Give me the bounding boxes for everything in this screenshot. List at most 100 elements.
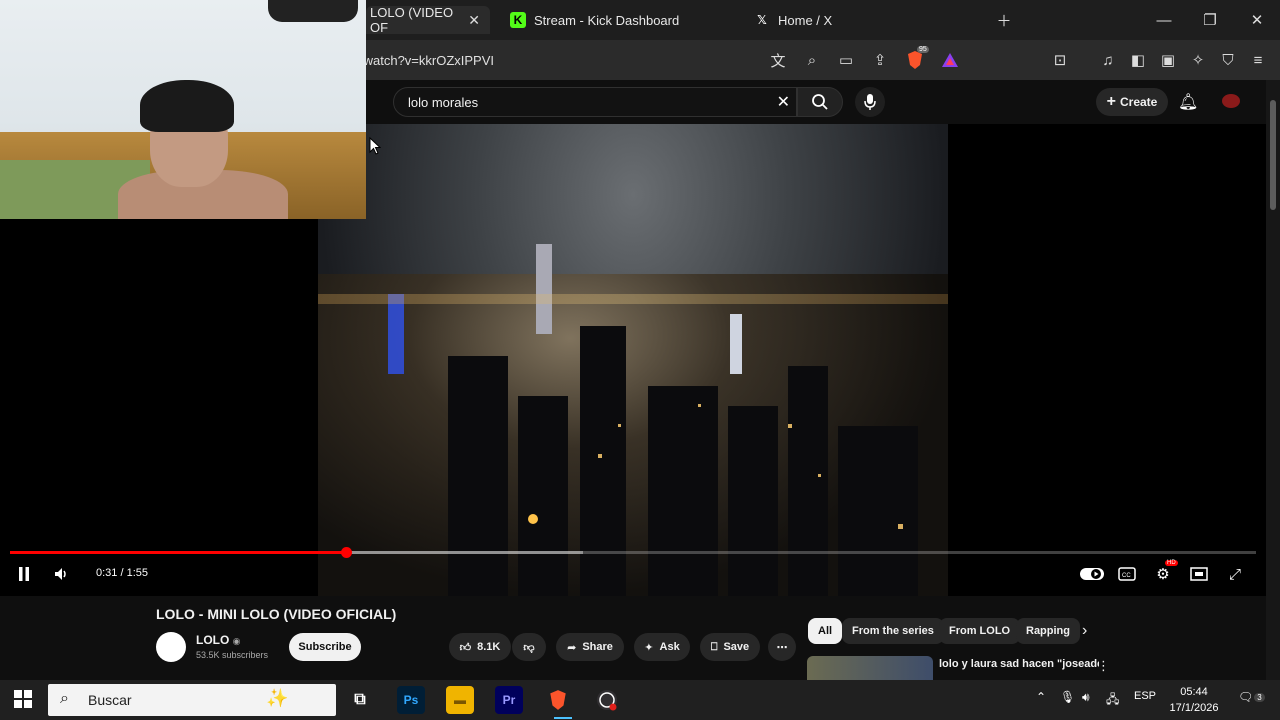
bookmark-icon: ⎕ bbox=[710, 640, 718, 653]
webcam-overlay bbox=[0, 0, 366, 219]
plus-icon: + bbox=[1106, 93, 1116, 110]
played-bar bbox=[10, 551, 347, 554]
settings-gear-icon[interactable]: ⚙ HD bbox=[1153, 560, 1178, 584]
create-button[interactable]: + Create bbox=[1096, 88, 1168, 116]
task-view-icon[interactable]: ⧉ bbox=[346, 686, 374, 714]
notifications-bell-icon[interactable]: 🔔︎ bbox=[1178, 92, 1198, 112]
more-actions-icon[interactable]: ⋯ bbox=[768, 633, 796, 661]
zoom-icon[interactable]: ⌕ bbox=[802, 50, 822, 70]
network-icon[interactable]: 🖧 bbox=[1106, 690, 1119, 711]
notification-count: 3 bbox=[1254, 692, 1265, 702]
tab-youtube[interactable]: LOLO (VIDEO OF ✕ bbox=[366, 5, 490, 35]
hd-badge: HD bbox=[1165, 560, 1178, 566]
speaker-icon[interactable]: 🔊︎ bbox=[1082, 690, 1090, 705]
vpn-shield-icon[interactable]: ⛉ bbox=[1218, 50, 1238, 70]
brave-rewards-icon[interactable] bbox=[940, 50, 960, 70]
taskbar-search-input[interactable]: ⌕ Buscar ✨ bbox=[48, 684, 336, 716]
save-label: Save bbox=[723, 641, 750, 653]
x-logo-icon: 𝕏 bbox=[757, 13, 767, 27]
channel-name-text: LOLO bbox=[196, 633, 230, 647]
volume-icon[interactable] bbox=[52, 564, 72, 584]
thumbs-down-icon: 👎︎ bbox=[523, 641, 535, 654]
cast-icon[interactable]: ▭ bbox=[836, 50, 856, 70]
ask-button[interactable]: ✦ Ask bbox=[634, 633, 690, 661]
language-indicator[interactable]: ESP bbox=[1134, 690, 1156, 702]
pause-icon[interactable] bbox=[14, 564, 34, 584]
time-display: 0:31 / 1:55 bbox=[96, 567, 148, 579]
share-button[interactable]: ➦ Share bbox=[556, 633, 624, 661]
tab-search-icon[interactable]: ⊡ bbox=[1050, 50, 1070, 70]
svg-text:CC: CC bbox=[1122, 573, 1131, 579]
tab-label: LOLO (VIDEO OF bbox=[370, 5, 454, 35]
progress-bar[interactable] bbox=[10, 547, 1256, 558]
tray-chevron-up-icon[interactable]: ⌃ bbox=[1036, 690, 1046, 704]
leo-ai-icon[interactable]: ✧ bbox=[1188, 50, 1208, 70]
search-input[interactable]: lolo morales ✕ bbox=[393, 87, 797, 117]
tab-label: Home / X bbox=[778, 12, 833, 28]
scrollbar-thumb[interactable] bbox=[1270, 100, 1276, 210]
microphone-icon bbox=[864, 94, 876, 110]
video-title: LOLO - MINI LOLO (VIDEO OFICIAL) bbox=[156, 606, 397, 622]
page-scrollbar[interactable] bbox=[1266, 80, 1280, 680]
minimize-icon[interactable]: — bbox=[1152, 8, 1176, 32]
restore-window-icon[interactable]: ❐ bbox=[1198, 8, 1222, 32]
voice-search-button[interactable] bbox=[855, 87, 885, 117]
subscribe-button[interactable]: Subscribe bbox=[289, 633, 361, 661]
chip-from-series[interactable]: From the series bbox=[842, 618, 944, 644]
theater-mode-icon[interactable] bbox=[1189, 564, 1209, 584]
brave-shields-icon[interactable]: 95 bbox=[905, 46, 929, 70]
like-button[interactable]: 👍︎ 8.1K bbox=[449, 633, 511, 661]
recommendation-thumbnail[interactable] bbox=[807, 656, 933, 680]
close-window-icon[interactable]: ✕ bbox=[1245, 8, 1269, 32]
ask-label: Ask bbox=[659, 641, 680, 653]
tab-x-home[interactable]: 𝕏 Home / X bbox=[746, 6, 982, 34]
windows-taskbar: ⌕ Buscar ✨ ⧉ Ps ▬ Pr ⌃ 🎙︎ 🔊︎ 🖧 ESP 05:44… bbox=[0, 680, 1280, 720]
recommendation-title[interactable]: lolo y laura sad hacen "joseador boy" bbox=[939, 658, 1099, 678]
fullscreen-icon[interactable]: ⤢ bbox=[1225, 564, 1245, 584]
recommendation-menu-icon[interactable]: ⋮ bbox=[1097, 658, 1110, 674]
microphone-tray-icon[interactable]: 🎙︎ bbox=[1060, 690, 1075, 704]
captions-icon[interactable]: CC bbox=[1117, 564, 1137, 584]
mouse-cursor-icon bbox=[369, 136, 382, 160]
media-music-icon[interactable]: ♫ bbox=[1098, 50, 1118, 70]
menu-hamburger-icon[interactable]: ≡ bbox=[1248, 50, 1268, 70]
sparkle-icon: ✦ bbox=[644, 641, 654, 654]
share-page-icon[interactable]: ⇪ bbox=[870, 50, 890, 70]
sidebar-icon[interactable]: ◧ bbox=[1128, 50, 1148, 70]
tab-kick-dashboard[interactable]: K Stream - Kick Dashboard bbox=[500, 6, 736, 34]
clock-date: 17/1/2026 bbox=[1169, 702, 1219, 714]
wallet-icon[interactable]: ▣ bbox=[1158, 50, 1178, 70]
share-arrow-icon: ➦ bbox=[567, 641, 577, 654]
subscriber-count: 53.5K subscribers bbox=[196, 650, 269, 660]
chip-all[interactable]: All bbox=[808, 618, 843, 644]
photoshop-icon[interactable]: Ps bbox=[397, 686, 425, 714]
channel-avatar[interactable] bbox=[156, 632, 186, 662]
premiere-pro-icon[interactable]: Pr bbox=[495, 686, 523, 714]
close-tab-icon[interactable]: ✕ bbox=[468, 12, 480, 29]
avatar[interactable] bbox=[1222, 94, 1240, 108]
chip-from-lolo[interactable]: From LOLO bbox=[939, 618, 1021, 644]
search-button[interactable] bbox=[797, 87, 843, 117]
dislike-button[interactable]: 👎︎ bbox=[512, 633, 546, 661]
obs-studio-icon[interactable] bbox=[593, 686, 621, 714]
clear-search-icon[interactable]: ✕ bbox=[777, 92, 790, 112]
video-frame bbox=[318, 124, 948, 596]
autoplay-toggle-icon[interactable] bbox=[1080, 564, 1104, 584]
save-button[interactable]: ⎕ Save bbox=[700, 633, 760, 661]
chip-rapping[interactable]: Rapping bbox=[1016, 618, 1080, 644]
copilot-sparkle-icon: ✨ bbox=[266, 688, 289, 708]
windows-start-icon[interactable] bbox=[14, 690, 32, 713]
brave-browser-icon[interactable] bbox=[544, 686, 572, 714]
kick-icon: K bbox=[510, 12, 526, 28]
clock[interactable]: 05:44 17/1/2026 bbox=[1164, 684, 1224, 716]
video-info-section: LOLO - MINI LOLO (VIDEO OFICIAL) LOLO ◉ … bbox=[0, 596, 1266, 680]
channel-name[interactable]: LOLO ◉ bbox=[196, 633, 241, 647]
file-explorer-icon[interactable]: ▬ bbox=[446, 686, 474, 714]
notifications-icon[interactable]: 🗨︎ 3 bbox=[1238, 690, 1265, 704]
new-tab-plus-icon[interactable]: ＋ bbox=[992, 8, 1016, 32]
taskbar-search-placeholder: Buscar bbox=[88, 692, 132, 708]
chevron-right-icon[interactable]: › bbox=[1082, 622, 1087, 640]
search-icon: ⌕ bbox=[60, 690, 69, 707]
translate-icon[interactable]: 文 bbox=[768, 50, 788, 70]
search-query: lolo morales bbox=[408, 94, 479, 110]
